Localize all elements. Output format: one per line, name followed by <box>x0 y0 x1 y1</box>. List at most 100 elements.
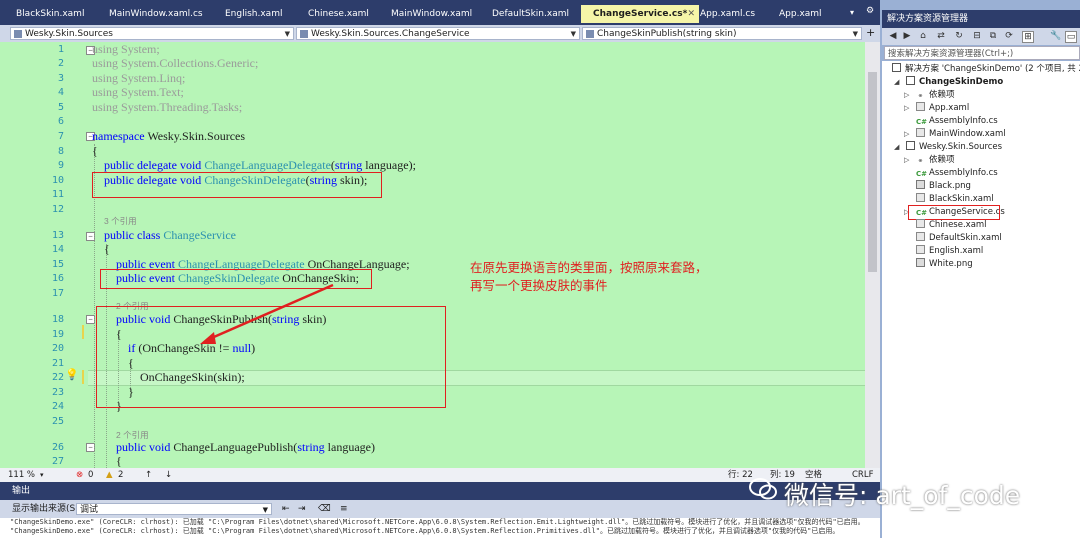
xaml-file-icon <box>916 232 925 241</box>
preview-icon[interactable]: ▭ <box>1065 31 1077 43</box>
expand-toggle-icon[interactable]: ▷ <box>904 102 909 115</box>
solution-explorer-toolbar: ◀ ▶ ⌂ ⇄ ↻ ⊟ ⧉ ⟳ ⊞ 🔧 ▭ <box>882 28 1080 45</box>
solution-icon <box>892 63 901 72</box>
tab-chinese-xaml[interactable]: Chinese.xaml <box>296 5 390 23</box>
error-icon: ⊗ <box>76 470 84 480</box>
sync-icon[interactable]: ↻ <box>954 31 964 41</box>
tab-overflow-icon[interactable]: ▾ <box>850 8 854 17</box>
tree-item-label: 依赖项 <box>929 155 955 165</box>
warning-count[interactable]: 2 <box>118 468 123 482</box>
collapse-all-icon[interactable]: ⊟ <box>972 31 982 41</box>
tab-changeservice-cs[interactable]: ChangeService.cs* ✕ <box>581 5 699 23</box>
class-dropdown[interactable]: Wesky.Skin.Sources.ChangeService ▼ <box>296 27 580 40</box>
member-dropdown[interactable]: ChangeSkinPublish(string skin) ▼ <box>582 27 862 40</box>
find-message-icon[interactable]: ⇤ <box>282 500 290 518</box>
output-title: 输出 <box>12 486 31 496</box>
refresh-icon[interactable]: ⟳ <box>1004 31 1014 41</box>
code-editor[interactable]: 1 2 3 4 5 6 7 8 9 10 11 12 13 14 15 16 17 18 19 20 21 22 23 24 2… <box>0 42 880 468</box>
project-dropdown[interactable]: Wesky.Skin.Sources ▼ <box>10 27 294 40</box>
tree-item-white-png[interactable]: White.png <box>916 258 973 271</box>
tree-item-label: English.xaml <box>929 246 984 256</box>
tree-item-dependencies[interactable]: ▷ ⚭ 依赖项 <box>904 89 955 102</box>
tab-label: DefaultSkin.xaml <box>492 9 569 19</box>
tree-item-label: Wesky.Skin.Sources <box>919 142 1003 152</box>
output-text[interactable]: "ChangeSkinDemo.exe" (CoreCLR: clrhost):… <box>0 518 880 538</box>
chevron-down-icon[interactable]: ▾ <box>40 468 44 482</box>
nav-back-icon[interactable]: ↑ <box>145 468 152 482</box>
clear-all-icon[interactable]: ⌫ <box>318 500 331 518</box>
project-dropdown-value: Wesky.Skin.Sources <box>25 29 113 39</box>
chevron-down-icon: ▼ <box>262 506 268 514</box>
tree-item-assemblyinfo-cs[interactable]: C# AssemblyInfo.cs <box>916 115 998 128</box>
tab-label: English.xaml <box>225 9 283 19</box>
xaml-file-icon <box>916 128 925 137</box>
xaml-file-icon <box>916 219 925 228</box>
pending-changes-filter-icon[interactable]: ⊞ <box>1022 31 1034 43</box>
tab-app-xaml[interactable]: App.xaml <box>767 5 857 23</box>
watermark-text: 微信号: art_of_code <box>784 481 1021 510</box>
vertical-scrollbar[interactable] <box>865 42 880 468</box>
expand-toggle-icon[interactable]: ▷ <box>904 89 909 102</box>
tree-item-black-png[interactable]: Black.png <box>916 180 971 193</box>
scrollbar-thumb[interactable] <box>868 72 877 272</box>
expand-toggle-icon[interactable]: ◢ <box>894 141 899 154</box>
tree-item-mainwindow-xaml[interactable]: ▷ MainWindow.xaml <box>904 128 1006 141</box>
navigation-bar: Wesky.Skin.Sources ▼ Wesky.Skin.Sources.C… <box>0 25 880 42</box>
forward-icon[interactable]: ▶ <box>902 31 912 41</box>
class-icon <box>300 30 308 38</box>
tab-label: Chinese.xaml <box>308 9 369 19</box>
tree-item-label: White.png <box>929 259 973 269</box>
tab-mainwindow-xaml[interactable]: MainWindow.xaml <box>379 5 491 23</box>
image-file-icon <box>916 258 925 267</box>
method-icon <box>586 30 594 38</box>
solution-search-input[interactable]: 搜索解决方案资源管理器(Ctrl+;) <box>884 46 1080 60</box>
gear-icon[interactable]: ⚙ <box>866 6 874 16</box>
project-icon <box>906 76 915 85</box>
next-message-icon[interactable]: ⇥ <box>298 500 306 518</box>
tab-app-xaml-cs[interactable]: App.xaml.cs <box>688 5 778 23</box>
project-icon <box>906 141 915 150</box>
solution-tree: 解决方案 'ChangeSkinDemo' (2 个项目, 共 2 个) ◢ Ch… <box>882 61 1080 538</box>
csharp-file-icon: C# <box>916 118 928 126</box>
tab-defaultskin-xaml[interactable]: DefaultSkin.xaml <box>480 5 592 23</box>
tree-solution-root[interactable]: 解决方案 'ChangeSkinDemo' (2 个项目, 共 2 个) <box>892 63 1080 76</box>
project-icon <box>14 30 22 38</box>
switch-views-icon[interactable]: ⇄ <box>936 31 946 41</box>
expand-toggle-icon[interactable]: ▷ <box>904 154 909 167</box>
tree-item-defaultskin-xaml[interactable]: DefaultSkin.xaml <box>916 232 1002 245</box>
tree-item-label: 解决方案 'ChangeSkinDemo' (2 个项目, 共 2 个) <box>905 64 1080 74</box>
output-toolbar: 显示输出来源(S): 调试 ▼ ⇤ ⇥ ⌫ ≡ <box>0 500 880 518</box>
expand-toggle-icon[interactable]: ◢ <box>894 76 899 89</box>
annotation-text: 在原先更换语言的类里面，按照原来套路， 再写一个更换皮肤的事件 <box>470 259 708 295</box>
tab-mainwindow-xaml-cs[interactable]: MainWindow.xaml.cs <box>97 5 224 23</box>
word-wrap-icon[interactable]: ≡ <box>340 500 348 518</box>
expand-toggle-icon[interactable]: ▷ <box>904 128 909 141</box>
tree-item-project-changeskindemo[interactable]: ◢ ChangeSkinDemo <box>894 76 1003 89</box>
split-editor-icon[interactable]: + <box>866 26 875 39</box>
back-icon[interactable]: ◀ <box>888 31 898 41</box>
tree-item-chinese-xaml[interactable]: Chinese.xaml <box>916 219 987 232</box>
home-icon[interactable]: ⌂ <box>918 31 928 41</box>
tab-label: MainWindow.xaml.cs <box>109 9 203 19</box>
tab-blackskin-xaml[interactable]: BlackSkin.xaml <box>4 5 108 23</box>
tree-item-project-wesky-skin-sources[interactable]: ◢ Wesky.Skin.Sources <box>894 141 1003 154</box>
tab-label: App.xaml <box>779 9 822 19</box>
wrench-icon[interactable]: 🔧 <box>1050 31 1061 41</box>
highlight-box-changeservice <box>908 205 1000 220</box>
output-source-select[interactable]: 调试 ▼ <box>76 503 272 515</box>
tree-item-label: Black.png <box>929 181 971 191</box>
output-line: "ChangeSkinDemo.exe" (CoreCLR: clrhost):… <box>10 527 840 535</box>
tree-item-english-xaml[interactable]: English.xaml <box>916 245 983 258</box>
error-count[interactable]: 0 <box>88 468 93 482</box>
image-file-icon <box>916 180 925 189</box>
nav-forward-icon[interactable]: ↓ <box>165 468 172 482</box>
chevron-down-icon: ▼ <box>570 30 576 38</box>
tree-item-label: Chinese.xaml <box>929 220 987 230</box>
tab-english-xaml[interactable]: English.xaml <box>213 5 307 23</box>
tree-item-assemblyinfo-cs[interactable]: C# AssemblyInfo.cs <box>916 167 998 180</box>
solution-explorer-title: 解决方案资源管理器 <box>887 14 969 24</box>
show-all-files-icon[interactable]: ⧉ <box>988 31 998 41</box>
tree-item-app-xaml[interactable]: ▷ App.xaml <box>904 102 969 115</box>
zoom-level[interactable]: 111 % <box>8 468 35 482</box>
tree-item-dependencies[interactable]: ▷ ⚭ 依赖项 <box>904 154 955 167</box>
